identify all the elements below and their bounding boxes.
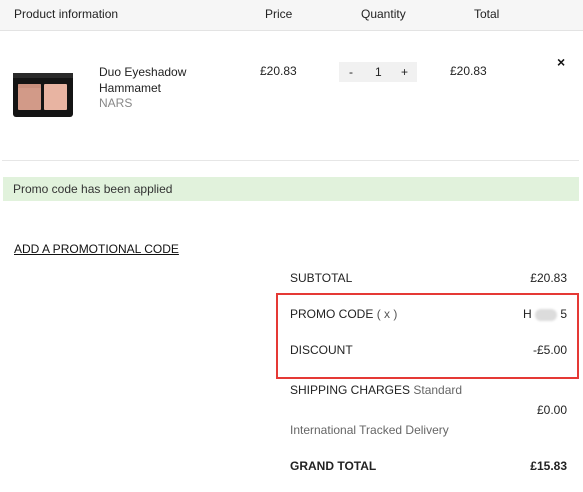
shipping-label: SHIPPING CHARGES bbox=[290, 383, 411, 397]
product-line-total: £20.83 bbox=[450, 64, 487, 78]
discount-value: -£5.00 bbox=[532, 343, 567, 357]
subtotal-label: SUBTOTAL bbox=[290, 271, 353, 285]
shipping-method: International Tracked Delivery bbox=[290, 423, 449, 437]
promo-code-end: 5 bbox=[560, 307, 567, 321]
decrement-button[interactable]: - bbox=[349, 65, 353, 79]
header-product-info: Product information bbox=[14, 7, 119, 21]
promo-code-value: H 5 bbox=[523, 307, 567, 321]
promo-applied-banner: Promo code has been applied bbox=[3, 177, 579, 201]
add-promo-code-link[interactable]: ADD A PROMOTIONAL CODE bbox=[14, 242, 179, 256]
header-quantity: Quantity bbox=[361, 7, 406, 21]
redacted-blur bbox=[534, 308, 557, 321]
increment-button[interactable]: + bbox=[401, 65, 408, 79]
promo-code-row: PROMO CODE ( x ) bbox=[290, 307, 397, 321]
quantity-stepper: - 1 + bbox=[339, 62, 417, 82]
promo-code-start: H bbox=[522, 307, 532, 321]
shipping-row: SHIPPING CHARGES Standard bbox=[290, 383, 462, 397]
grand-total-label: GRAND TOTAL bbox=[290, 459, 377, 473]
shipping-value: £0.00 bbox=[536, 403, 567, 417]
promo-applied-message: Promo code has been applied bbox=[13, 182, 173, 196]
row-divider bbox=[2, 160, 579, 161]
product-name[interactable]: Duo Eyeshadow Hammamet bbox=[99, 64, 209, 96]
remove-item-button[interactable]: × bbox=[557, 54, 565, 70]
promo-code-label: PROMO CODE bbox=[290, 307, 374, 321]
product-brand: NARS bbox=[99, 96, 133, 110]
cart-table-header: Product information Price Quantity Total bbox=[0, 0, 583, 31]
highlight-box bbox=[276, 293, 579, 379]
header-total: Total bbox=[474, 7, 500, 21]
product-image[interactable] bbox=[12, 70, 74, 118]
grand-total-value: £15.83 bbox=[530, 459, 567, 473]
discount-label: DISCOUNT bbox=[290, 343, 353, 357]
shipping-type: Standard bbox=[413, 383, 463, 397]
remove-promo-button[interactable]: ( x ) bbox=[377, 307, 398, 321]
quantity-value[interactable]: 1 bbox=[375, 65, 382, 79]
header-price: Price bbox=[265, 7, 293, 21]
subtotal-value: £20.83 bbox=[530, 271, 567, 285]
product-price: £20.83 bbox=[260, 64, 297, 78]
